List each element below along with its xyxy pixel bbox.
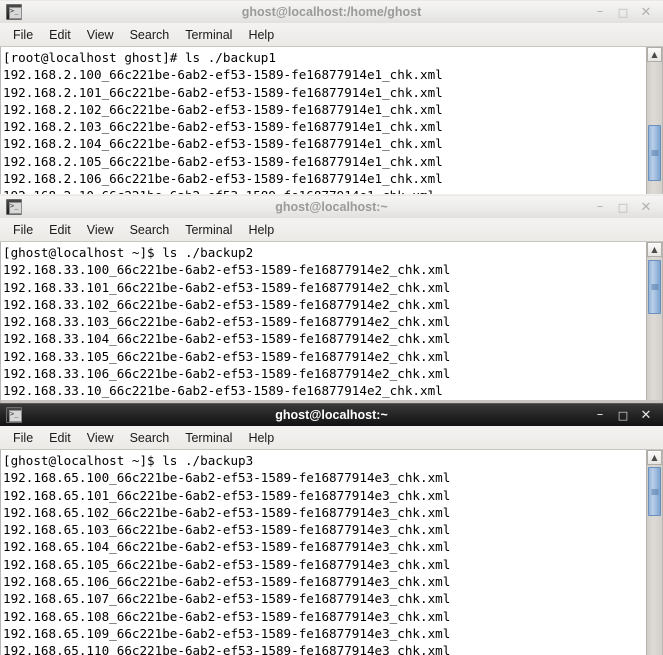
window-controls[interactable]: – □ ✕ bbox=[593, 408, 659, 422]
terminal-line: 192.168.33.102_66c221be-6ab2-ef53-1589-f… bbox=[3, 296, 451, 312]
menu-item-file[interactable]: File bbox=[6, 221, 40, 239]
menubar-window-3[interactable]: File Edit View Search Terminal Help bbox=[0, 426, 663, 450]
titlebar-window-3[interactable]: ghost@localhost:~ – □ ✕ bbox=[0, 403, 663, 426]
scroll-up-arrow[interactable]: ▲ bbox=[647, 47, 662, 62]
menu-item-view[interactable]: View bbox=[80, 429, 121, 447]
terminal-line: 192.168.33.10_66c221be-6ab2-ef53-1589-fe… bbox=[3, 383, 443, 399]
close-button[interactable]: ✕ bbox=[639, 5, 653, 19]
terminal-line: 192.168.2.100_66c221be-6ab2-ef53-1589-fe… bbox=[3, 67, 443, 83]
terminal-line: 192.168.65.102_66c221be-6ab2-ef53-1589-f… bbox=[3, 504, 451, 520]
minimize-button[interactable]: – bbox=[593, 5, 607, 19]
terminal-line: 192.168.2.103_66c221be-6ab2-ef53-1589-fe… bbox=[3, 119, 443, 135]
terminal-line: 192.168.2.105_66c221be-6ab2-ef53-1589-fe… bbox=[3, 153, 443, 169]
terminal-body-3: [ghost@localhost ~]$ ls ./backup3 192.168… bbox=[0, 450, 663, 655]
maximize-button[interactable]: □ bbox=[616, 200, 630, 214]
close-button[interactable]: ✕ bbox=[639, 408, 653, 422]
terminal-line: 192.168.65.103_66c221be-6ab2-ef53-1589-f… bbox=[3, 522, 451, 538]
scroll-grip-icon bbox=[651, 488, 658, 496]
window-controls[interactable]: – □ ✕ bbox=[593, 5, 659, 19]
menu-item-edit[interactable]: Edit bbox=[42, 26, 78, 44]
titlebar-window-1[interactable]: ghost@localhost:/home/ghost – □ ✕ bbox=[0, 0, 663, 23]
menu-item-file[interactable]: File bbox=[6, 26, 40, 44]
desktop: ghost@localhost:/home/ghost – □ ✕ File E… bbox=[0, 0, 663, 655]
menu-item-terminal[interactable]: Terminal bbox=[178, 26, 239, 44]
menu-item-search[interactable]: Search bbox=[123, 429, 177, 447]
terminal-output-1[interactable]: [root@localhost ghost]# ls ./backup1 192.… bbox=[1, 47, 646, 194]
window-title: ghost@localhost:~ bbox=[275, 200, 388, 214]
menu-item-file[interactable]: File bbox=[6, 429, 40, 447]
window-title: ghost@localhost:/home/ghost bbox=[241, 5, 422, 19]
terminal-line: 192.168.65.109_66c221be-6ab2-ef53-1589-f… bbox=[3, 625, 451, 641]
terminal-line: 192.168.33.103_66c221be-6ab2-ef53-1589-f… bbox=[3, 314, 451, 330]
terminal-body-2: [ghost@localhost ~]$ ls ./backup2 192.168… bbox=[0, 242, 663, 400]
terminal-line: 192.168.65.110_66c221be-6ab2-ef53-1589-f… bbox=[3, 643, 451, 655]
menu-item-edit[interactable]: Edit bbox=[42, 221, 78, 239]
scroll-trough[interactable] bbox=[647, 257, 662, 400]
terminal-output-3[interactable]: [ghost@localhost ~]$ ls ./backup3 192.168… bbox=[1, 450, 646, 655]
scrollbar-window-2[interactable]: ▲ bbox=[646, 242, 662, 400]
scroll-trough[interactable] bbox=[647, 465, 662, 655]
terminal-line: 192.168.65.106_66c221be-6ab2-ef53-1589-f… bbox=[3, 574, 451, 590]
menu-item-help[interactable]: Help bbox=[241, 429, 281, 447]
maximize-button[interactable]: □ bbox=[616, 408, 630, 422]
terminal-line: 192.168.2.10_66c221be-6ab2-ef53-1589-fe1… bbox=[3, 187, 646, 194]
terminal-line: [ghost@localhost ~]$ ls ./backup3 bbox=[3, 453, 254, 468]
terminal-line: 192.168.65.101_66c221be-6ab2-ef53-1589-f… bbox=[3, 487, 451, 503]
terminal-line: 192.168.33.104_66c221be-6ab2-ef53-1589-f… bbox=[3, 331, 451, 347]
scroll-up-arrow[interactable]: ▲ bbox=[647, 450, 662, 465]
terminal-body-1: [root@localhost ghost]# ls ./backup1 192.… bbox=[0, 47, 663, 194]
menu-item-view[interactable]: View bbox=[80, 26, 121, 44]
scrollbar-window-3[interactable]: ▲ bbox=[646, 450, 662, 655]
scrollbar-window-1[interactable]: ▲ bbox=[646, 47, 662, 194]
terminal-line: 192.168.33.101_66c221be-6ab2-ef53-1589-f… bbox=[3, 279, 451, 295]
menu-item-help[interactable]: Help bbox=[241, 221, 281, 239]
terminal-window-2[interactable]: ghost@localhost:~ – □ ✕ File Edit View S… bbox=[0, 195, 663, 403]
menu-item-terminal[interactable]: Terminal bbox=[178, 221, 239, 239]
titlebar-window-2[interactable]: ghost@localhost:~ – □ ✕ bbox=[0, 195, 663, 218]
window-controls[interactable]: – □ ✕ bbox=[593, 200, 659, 214]
minimize-button[interactable]: – bbox=[593, 408, 607, 422]
menu-item-view[interactable]: View bbox=[80, 221, 121, 239]
terminal-line: [ghost@localhost ~]$ ls ./backup2 bbox=[3, 245, 254, 260]
terminal-line: 192.168.65.105_66c221be-6ab2-ef53-1589-f… bbox=[3, 556, 451, 572]
terminal-line: 192.168.65.108_66c221be-6ab2-ef53-1589-f… bbox=[3, 608, 451, 624]
scroll-trough[interactable] bbox=[647, 62, 662, 194]
terminal-line: 192.168.2.101_66c221be-6ab2-ef53-1589-fe… bbox=[3, 84, 443, 100]
terminal-line: 192.168.65.104_66c221be-6ab2-ef53-1589-f… bbox=[3, 539, 451, 555]
terminal-window-3[interactable]: ghost@localhost:~ – □ ✕ File Edit View S… bbox=[0, 403, 663, 655]
menu-item-terminal[interactable]: Terminal bbox=[178, 429, 239, 447]
scroll-grip-icon bbox=[651, 149, 658, 157]
terminal-output-2[interactable]: [ghost@localhost ~]$ ls ./backup2 192.168… bbox=[1, 242, 646, 400]
menu-item-edit[interactable]: Edit bbox=[42, 429, 78, 447]
scroll-up-arrow[interactable]: ▲ bbox=[647, 242, 662, 257]
terminal-icon bbox=[6, 4, 22, 20]
scroll-thumb[interactable] bbox=[648, 259, 661, 315]
terminal-line: 192.168.33.105_66c221be-6ab2-ef53-1589-f… bbox=[3, 348, 451, 364]
terminal-line: 192.168.33.100_66c221be-6ab2-ef53-1589-f… bbox=[3, 262, 451, 278]
terminal-line: 192.168.65.100_66c221be-6ab2-ef53-1589-f… bbox=[3, 470, 451, 486]
terminal-line: [root@localhost ghost]# ls ./backup1 bbox=[3, 50, 276, 65]
menu-item-help[interactable]: Help bbox=[241, 26, 281, 44]
maximize-button[interactable]: □ bbox=[616, 5, 630, 19]
terminal-line: 192.168.65.107_66c221be-6ab2-ef53-1589-f… bbox=[3, 591, 451, 607]
terminal-icon bbox=[6, 199, 22, 215]
menu-item-search[interactable]: Search bbox=[123, 26, 177, 44]
close-button[interactable]: ✕ bbox=[639, 200, 653, 214]
terminal-line: 192.168.33.106_66c221be-6ab2-ef53-1589-f… bbox=[3, 366, 451, 382]
terminal-icon bbox=[6, 407, 22, 423]
terminal-line: 192.168.2.104_66c221be-6ab2-ef53-1589-fe… bbox=[3, 136, 443, 152]
menubar-window-1[interactable]: File Edit View Search Terminal Help bbox=[0, 23, 663, 47]
terminal-window-1[interactable]: ghost@localhost:/home/ghost – □ ✕ File E… bbox=[0, 0, 663, 195]
menu-item-search[interactable]: Search bbox=[123, 221, 177, 239]
scroll-thumb[interactable] bbox=[648, 466, 661, 517]
scroll-grip-icon bbox=[651, 283, 658, 291]
menubar-window-2[interactable]: File Edit View Search Terminal Help bbox=[0, 218, 663, 242]
scroll-thumb[interactable] bbox=[648, 125, 661, 181]
terminal-line: 192.168.2.106_66c221be-6ab2-ef53-1589-fe… bbox=[3, 171, 443, 187]
window-title: ghost@localhost:~ bbox=[275, 408, 388, 422]
minimize-button[interactable]: – bbox=[593, 200, 607, 214]
terminal-line: 192.168.2.102_66c221be-6ab2-ef53-1589-fe… bbox=[3, 101, 443, 117]
